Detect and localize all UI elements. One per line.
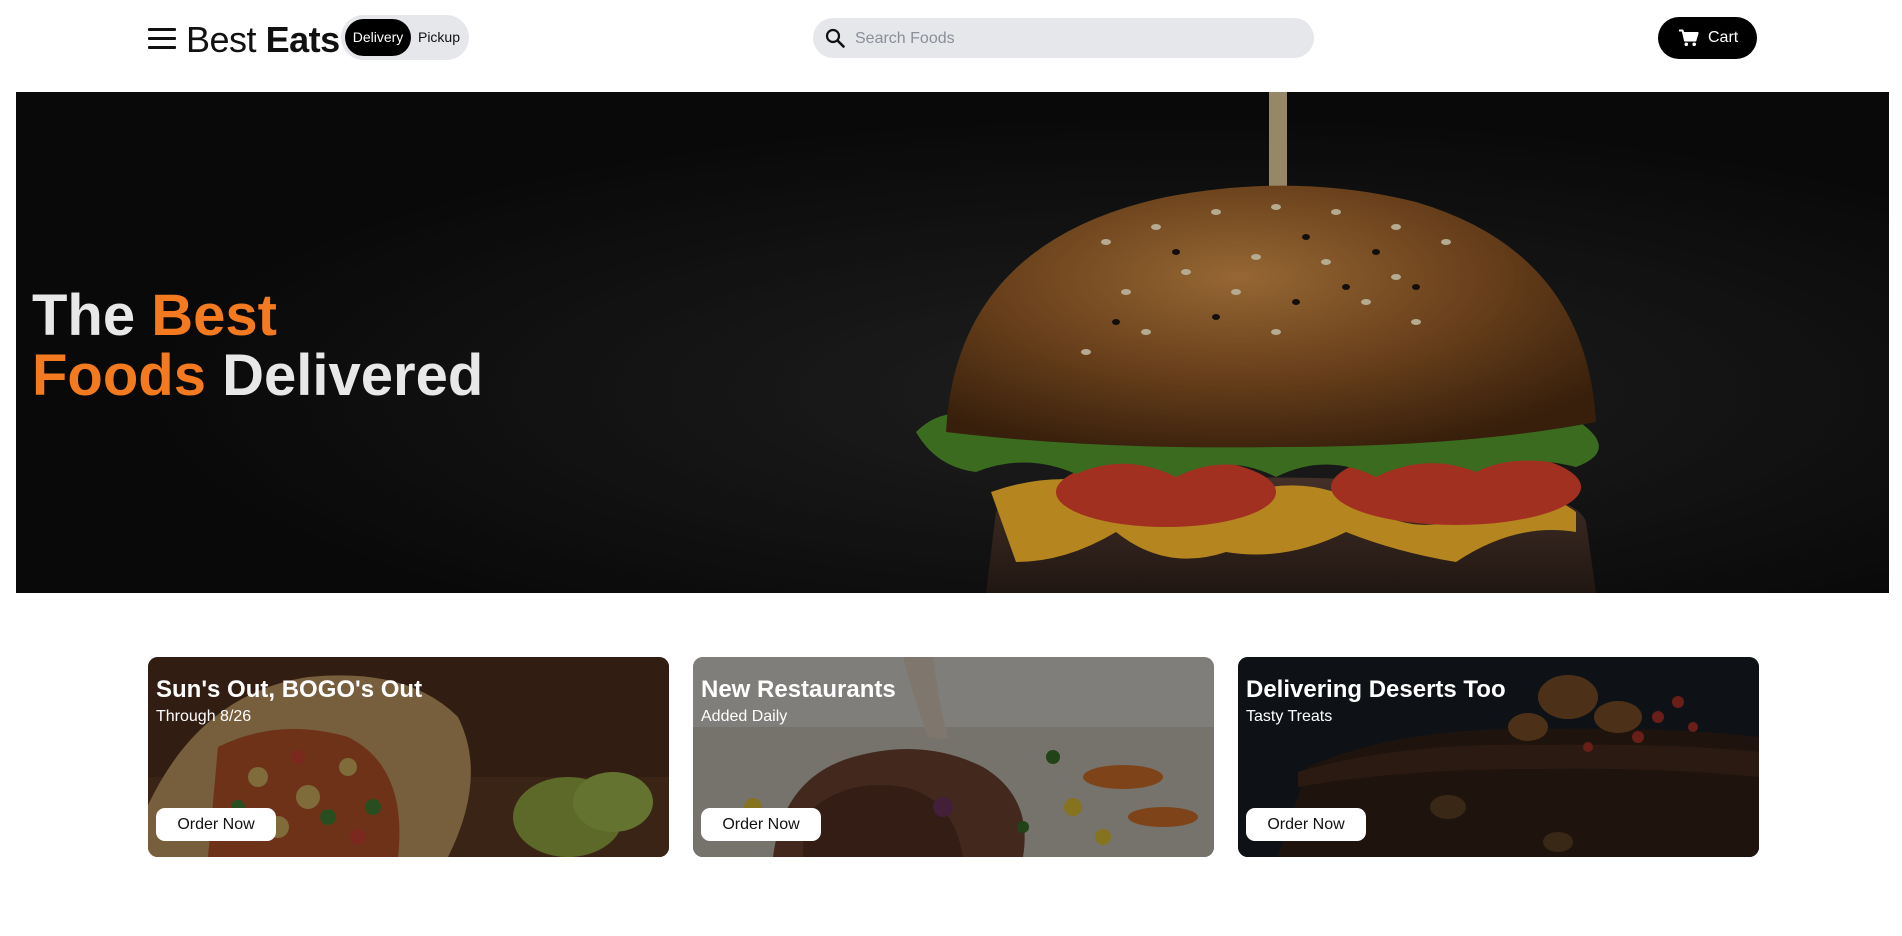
hero-word-delivered: Delivered: [222, 343, 484, 408]
menu-icon[interactable]: [148, 26, 176, 52]
brand-logo[interactable]: Best Eats: [186, 18, 340, 62]
hero-headline-line2: Foods Delivered: [32, 346, 483, 406]
search-icon: [825, 28, 845, 48]
order-now-button[interactable]: Order Now: [156, 808, 276, 841]
promo-subtitle: Through 8/26: [156, 708, 252, 725]
hero-headline-line1: The Best: [32, 286, 483, 346]
hero-word-foods: Foods: [32, 343, 206, 408]
pickup-button[interactable]: Pickup: [413, 19, 465, 56]
cart-icon: [1679, 29, 1699, 47]
hero-word-best: Best: [151, 283, 277, 348]
promo-subtitle: Tasty Treats: [1246, 708, 1333, 725]
order-now-button[interactable]: Order Now: [1246, 808, 1366, 841]
cart-button[interactable]: Cart: [1658, 17, 1757, 59]
search-input[interactable]: [853, 23, 1297, 55]
hero-word-the: The: [32, 283, 136, 348]
promo-card-new-restaurants: New Restaurants Added Daily Order Now: [693, 657, 1214, 857]
search-bar: [813, 18, 1314, 58]
hero-banner: The Best Foods Delivered: [16, 92, 1889, 593]
brand-text-regular: Best: [186, 19, 257, 60]
delivery-mode-toggle: Delivery Pickup: [341, 15, 469, 60]
delivery-button[interactable]: Delivery: [345, 19, 411, 56]
promo-subtitle: Added Daily: [701, 708, 788, 725]
promo-title: Delivering Deserts Too: [1246, 676, 1506, 703]
promo-card-bogo: Sun's Out, BOGO's Out Through 8/26 Order…: [148, 657, 669, 857]
top-navbar: Best Eats Delivery Pickup Cart: [0, 0, 1902, 92]
promo-title: Sun's Out, BOGO's Out: [156, 676, 423, 703]
promo-title: New Restaurants: [701, 676, 896, 703]
hero-headline: The Best Foods Delivered: [32, 286, 483, 406]
cart-label: Cart: [1708, 29, 1739, 46]
order-now-button[interactable]: Order Now: [701, 808, 821, 841]
promo-card-desserts: Delivering Deserts Too Tasty Treats Orde…: [1238, 657, 1759, 857]
brand-text-bold: Eats: [265, 19, 341, 60]
